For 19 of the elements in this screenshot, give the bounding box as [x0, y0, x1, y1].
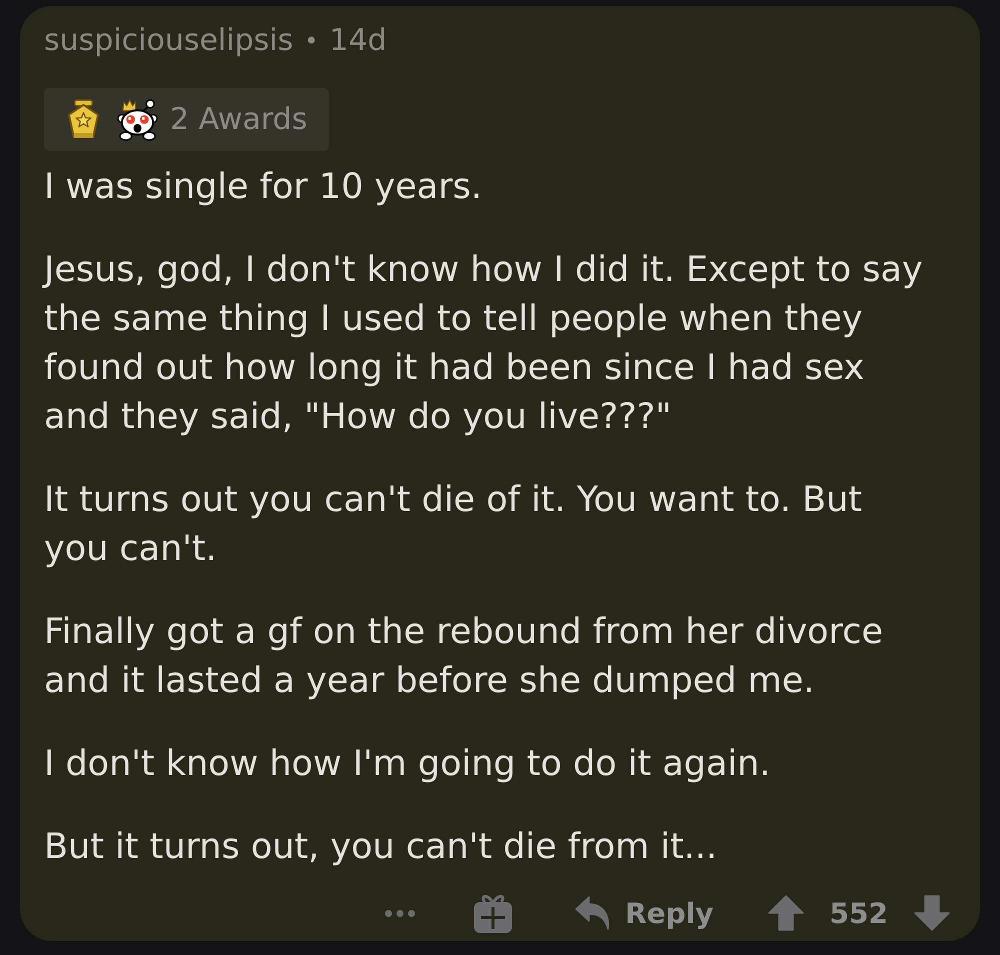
comment-paragraph: I don't know how I'm going to do it again.	[44, 743, 772, 786]
awards-button[interactable]: 2 Awards	[44, 88, 330, 151]
username[interactable]: suspiciouselipsis	[44, 23, 294, 59]
comment-paragraph: But it turns out, you can't die from it...	[44, 826, 718, 869]
upvote-button[interactable]	[768, 895, 804, 931]
reply-button[interactable]: Reply	[575, 896, 714, 930]
gift-icon[interactable]	[474, 893, 512, 933]
separator-dot: •	[304, 26, 318, 57]
comment-paragraph: It turns out you can't die of it. You want to. But you can't.	[44, 479, 864, 571]
vote-score: 552	[830, 896, 888, 930]
more-options-icon[interactable]	[385, 910, 416, 916]
reply-arrow-icon	[575, 896, 612, 930]
comment-paragraph: I was single for 10 years.	[44, 166, 483, 209]
comment-age: 14d	[329, 23, 387, 59]
cartoon-face-icon	[117, 98, 158, 141]
comment-paragraph: Jesus, god, I don't know how I did it. Except to say the same thing I used to tell people when they found out how long it had been since I had sex and they said, "How do you live???"	[44, 249, 924, 439]
comment-paragraph: Finally got a gf on the rebound from her divorce and it lasted a year before she dumped me.	[44, 611, 884, 703]
star-badge-icon	[67, 99, 100, 140]
downvote-button[interactable]	[914, 895, 950, 931]
